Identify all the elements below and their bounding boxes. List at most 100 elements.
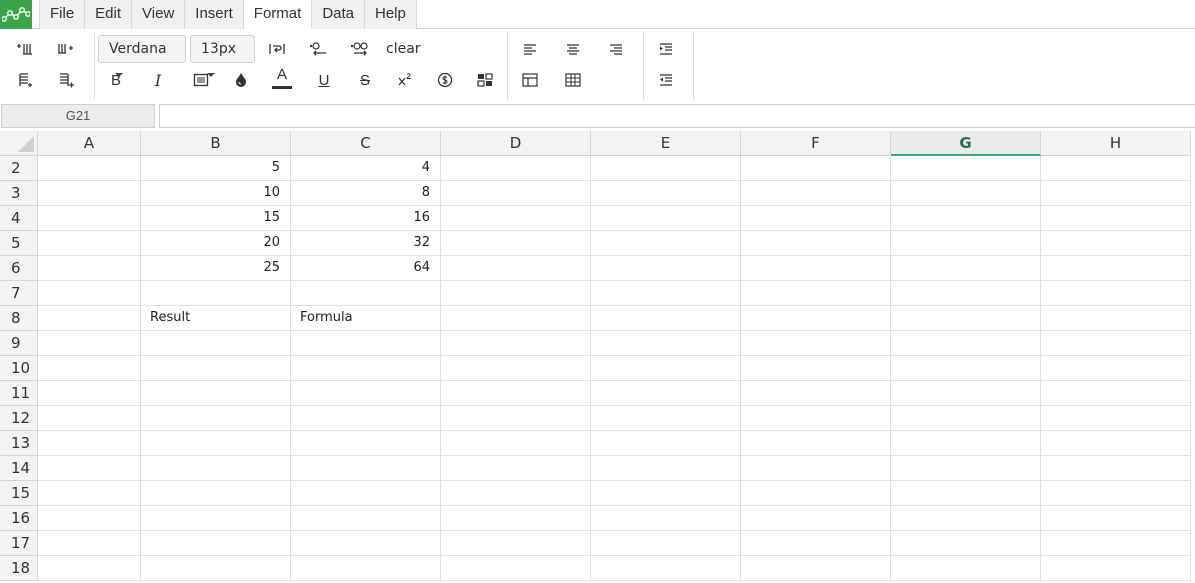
- cell-g6[interactable]: [891, 256, 1041, 281]
- row-header[interactable]: 5: [0, 231, 38, 256]
- cell-e4[interactable]: [591, 206, 741, 231]
- cell-d7[interactable]: [441, 281, 591, 306]
- cell-a4[interactable]: [38, 206, 141, 231]
- cell-c10[interactable]: [291, 356, 441, 381]
- cell-f14[interactable]: [741, 456, 891, 481]
- cell-e3[interactable]: [591, 181, 741, 206]
- cell-b14[interactable]: [141, 456, 291, 481]
- cell-g18[interactable]: [891, 556, 1041, 581]
- cell-a11[interactable]: [38, 381, 141, 406]
- cell-e17[interactable]: [591, 531, 741, 556]
- cell-c11[interactable]: [291, 381, 441, 406]
- insert-column-left-icon[interactable]: [9, 36, 39, 62]
- font-family-select[interactable]: Verdana: [98, 35, 186, 77]
- row-header[interactable]: 13: [0, 431, 38, 456]
- menu-help[interactable]: Help: [365, 0, 417, 29]
- cell-e14[interactable]: [591, 456, 741, 481]
- cell-c2[interactable]: 4: [291, 156, 441, 181]
- cell-f17[interactable]: [741, 531, 891, 556]
- cell-c5[interactable]: 32: [291, 231, 441, 256]
- column-header-f[interactable]: F: [741, 131, 891, 156]
- cell-a3[interactable]: [38, 181, 141, 206]
- fill-color-icon[interactable]: [226, 67, 256, 93]
- strikethrough-button[interactable]: S: [350, 67, 380, 93]
- cell-g15[interactable]: [891, 481, 1041, 506]
- cell-b7[interactable]: [141, 281, 291, 306]
- row-header[interactable]: 15: [0, 481, 38, 506]
- select-all-corner[interactable]: [0, 131, 38, 156]
- cell-e15[interactable]: [591, 481, 741, 506]
- cell-c7[interactable]: [291, 281, 441, 306]
- cell-h14[interactable]: [1041, 456, 1191, 481]
- row-header[interactable]: 8: [0, 306, 38, 331]
- column-header-e[interactable]: E: [591, 131, 741, 156]
- cell-d3[interactable]: [441, 181, 591, 206]
- cell-f12[interactable]: [741, 406, 891, 431]
- cell-b11[interactable]: [141, 381, 291, 406]
- currency-format-icon[interactable]: [430, 67, 460, 93]
- clear-format-button[interactable]: clear: [386, 39, 421, 59]
- cell-e11[interactable]: [591, 381, 741, 406]
- cell-g12[interactable]: [891, 406, 1041, 431]
- menu-view[interactable]: View: [132, 0, 186, 29]
- menu-insert[interactable]: Insert: [185, 0, 244, 29]
- cell-d13[interactable]: [441, 431, 591, 456]
- cell-d6[interactable]: [441, 256, 591, 281]
- align-right-icon[interactable]: [601, 36, 631, 62]
- cell-b9[interactable]: [141, 331, 291, 356]
- cell-b8[interactable]: Result: [141, 306, 291, 331]
- cell-c12[interactable]: [291, 406, 441, 431]
- cell-f11[interactable]: [741, 381, 891, 406]
- column-header-g[interactable]: G: [891, 131, 1041, 156]
- cell-b13[interactable]: [141, 431, 291, 456]
- cell-f9[interactable]: [741, 331, 891, 356]
- cell-a8[interactable]: [38, 306, 141, 331]
- cell-h15[interactable]: [1041, 481, 1191, 506]
- cell-f16[interactable]: [741, 506, 891, 531]
- formula-input[interactable]: [159, 104, 1195, 128]
- cell-b16[interactable]: [141, 506, 291, 531]
- column-header-a[interactable]: A: [38, 131, 141, 156]
- insert-row-above-icon[interactable]: [9, 67, 39, 93]
- cell-e13[interactable]: [591, 431, 741, 456]
- cell-h5[interactable]: [1041, 231, 1191, 256]
- cell-border-icon[interactable]: [186, 67, 216, 93]
- cell-e7[interactable]: [591, 281, 741, 306]
- cell-f4[interactable]: [741, 206, 891, 231]
- row-header[interactable]: 10: [0, 356, 38, 381]
- cell-d9[interactable]: [441, 331, 591, 356]
- cell-f15[interactable]: [741, 481, 891, 506]
- cell-g7[interactable]: [891, 281, 1041, 306]
- cell-h11[interactable]: [1041, 381, 1191, 406]
- row-header[interactable]: 12: [0, 406, 38, 431]
- cell-c9[interactable]: [291, 331, 441, 356]
- cell-a14[interactable]: [38, 456, 141, 481]
- cell-b18[interactable]: [141, 556, 291, 581]
- cell-a16[interactable]: [38, 506, 141, 531]
- cell-d5[interactable]: [441, 231, 591, 256]
- align-center-icon[interactable]: [558, 36, 588, 62]
- cell-g5[interactable]: [891, 231, 1041, 256]
- cell-b4[interactable]: 15: [141, 206, 291, 231]
- cell-f5[interactable]: [741, 231, 891, 256]
- column-header-d[interactable]: D: [441, 131, 591, 156]
- cell-a10[interactable]: [38, 356, 141, 381]
- cell-g10[interactable]: [891, 356, 1041, 381]
- cell-h2[interactable]: [1041, 156, 1191, 181]
- cell-a17[interactable]: [38, 531, 141, 556]
- menu-file[interactable]: File: [39, 0, 86, 29]
- underline-button[interactable]: U: [309, 67, 339, 93]
- cell-f2[interactable]: [741, 156, 891, 181]
- cell-f18[interactable]: [741, 556, 891, 581]
- row-header[interactable]: 17: [0, 531, 38, 556]
- app-logo[interactable]: [0, 0, 32, 29]
- menu-edit[interactable]: Edit: [85, 0, 133, 29]
- row-header[interactable]: 9: [0, 331, 38, 356]
- cell-g13[interactable]: [891, 431, 1041, 456]
- cell-d8[interactable]: [441, 306, 591, 331]
- cell-h18[interactable]: [1041, 556, 1191, 581]
- table-borders-icon[interactable]: [558, 67, 588, 93]
- cell-b2[interactable]: 5: [141, 156, 291, 181]
- cell-b12[interactable]: [141, 406, 291, 431]
- cell-e8[interactable]: [591, 306, 741, 331]
